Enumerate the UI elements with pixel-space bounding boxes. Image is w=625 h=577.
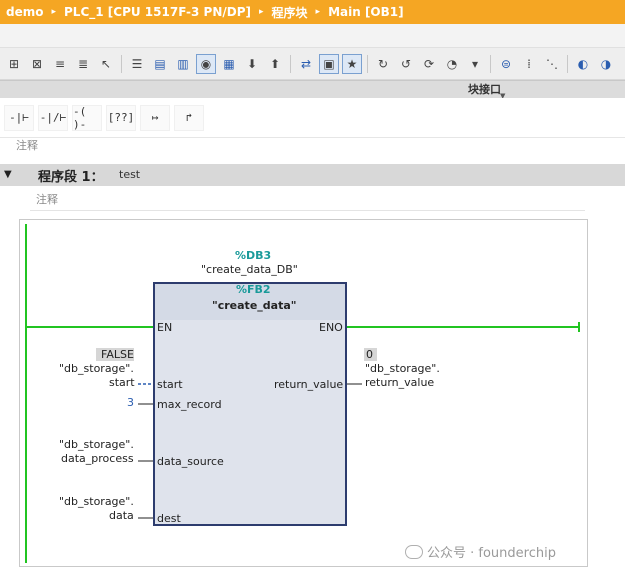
watermark-text: 公众号 · founderchip: [427, 546, 556, 561]
return-value-operand-db[interactable]: "db_storage".: [365, 363, 440, 375]
dest-pin-label: dest: [157, 512, 181, 525]
start-monitor-value: FALSE: [101, 348, 134, 361]
max-record-operand[interactable]: 3: [127, 397, 134, 409]
start-operand-db[interactable]: "db_storage".: [59, 363, 134, 375]
dest-operand-db[interactable]: "db_storage".: [59, 496, 134, 508]
return-value-pin-label: return_value: [274, 378, 344, 391]
fb-name: "create_data": [212, 299, 297, 312]
eno-pin-label: ENO: [319, 321, 343, 334]
dest-operand-member[interactable]: data: [109, 510, 134, 522]
start-pin-label: start: [157, 378, 183, 391]
wechat-icon: [405, 544, 423, 559]
watermark: 公众号 · founderchip: [405, 542, 556, 561]
return-value-monitor-value: 0: [366, 348, 373, 361]
data-source-operand-member[interactable]: data_process: [61, 453, 134, 465]
return-value-operand-member[interactable]: return_value: [365, 377, 434, 389]
en-pin-label: EN: [157, 321, 173, 334]
fb-address: %FB2: [236, 283, 271, 296]
instance-db-address: %DB3: [235, 249, 272, 262]
start-operand-member[interactable]: start: [109, 377, 135, 389]
data-source-operand-db[interactable]: "db_storage".: [59, 439, 134, 451]
data-source-pin-label: data_source: [157, 455, 224, 468]
max-record-pin-label: max_record: [157, 398, 222, 411]
instance-db-name[interactable]: "create_data_DB": [201, 264, 298, 276]
